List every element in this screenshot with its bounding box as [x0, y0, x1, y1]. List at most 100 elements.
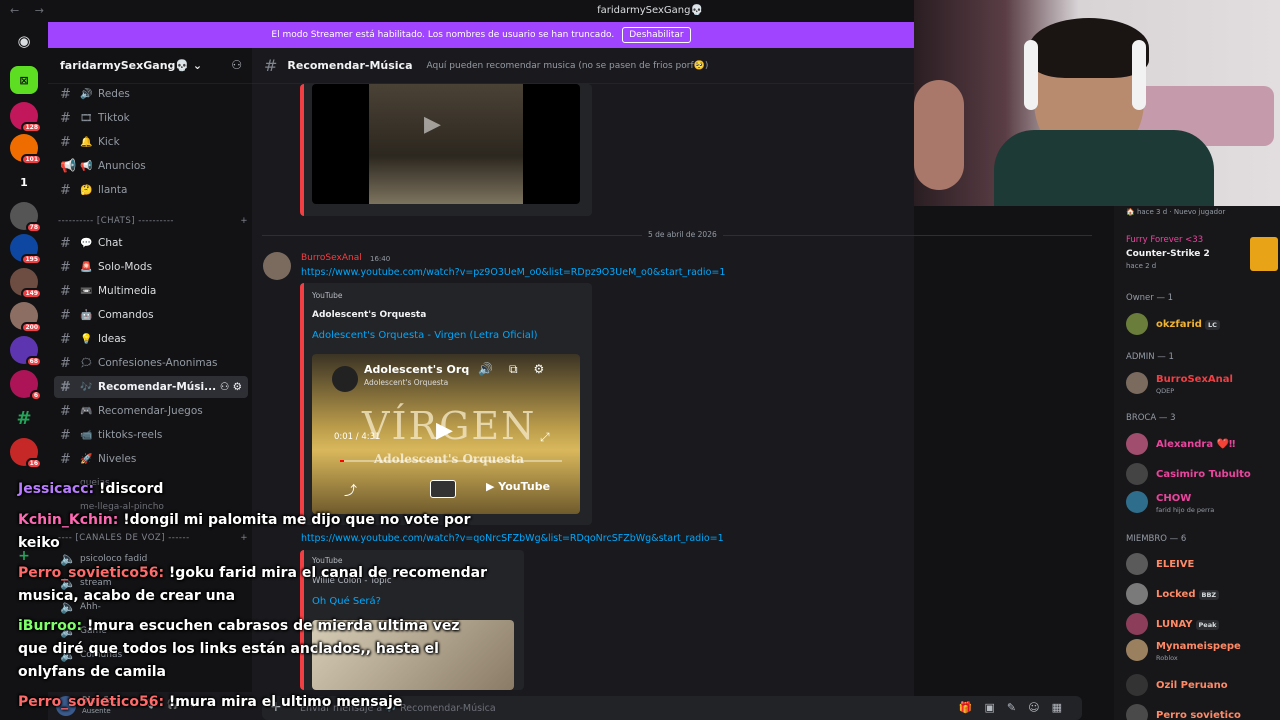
server-icon[interactable]: 6: [10, 370, 42, 401]
channel-comandos[interactable]: # 🤖 Comandos: [54, 304, 248, 326]
video-thumbnail[interactable]: ▶: [312, 84, 580, 204]
embed-title[interactable]: Adolescent's Orquesta - Virgen (Letra Of…: [312, 330, 538, 341]
video-big-subtitle: Adolescent's Orquesta: [374, 452, 525, 466]
server-icon[interactable]: 195: [10, 234, 42, 265]
server-icon[interactable]: 1: [10, 168, 38, 196]
volume-cc-settings-icons[interactable]: 🔊⧉⚙: [478, 362, 560, 377]
message-time: 16:40: [370, 255, 391, 263]
invite-icon[interactable]: ⚇: [231, 58, 242, 72]
play-icon[interactable]: ▶: [436, 418, 453, 443]
app-window: { "window": {"title": "faridarmySexGang💀…: [0, 0, 1280, 720]
youtube-logo[interactable]: ▶ YouTube: [486, 480, 550, 493]
server-icon[interactable]: 101: [10, 134, 42, 165]
hash-icon: #: [60, 403, 71, 419]
channel-topic[interactable]: Aquí pueden recomendar musica (no se pas…: [427, 61, 709, 71]
avatar[interactable]: [263, 252, 291, 280]
member-item[interactable]: Alexandra ❤️‼: [1126, 431, 1276, 457]
member-tag: Peak: [1195, 620, 1220, 630]
member-name: Alexandra ❤️‼: [1156, 439, 1236, 450]
channel-niveles[interactable]: # 🚀 Niveles: [54, 448, 248, 470]
channel-recomendar-juegos[interactable]: # 🎮 Recomendar-Juegos: [54, 400, 248, 422]
video-time: 0:01 / 4:31: [334, 432, 381, 442]
settings-icon[interactable]: ⚇ ⚙: [220, 381, 242, 393]
avatar[interactable]: [1126, 639, 1148, 661]
gift-gif-sticker-emoji-apps-icons[interactable]: 🎁▣✎☺▦: [959, 701, 1074, 714]
discord-home-icon[interactable]: ◉: [10, 27, 38, 55]
embed-provider: YouTube: [312, 291, 343, 300]
server-icon[interactable]: 78: [10, 202, 42, 233]
megaphone-icon: 📢: [60, 158, 77, 174]
member-item[interactable]: BurroSexAnal QDEP: [1126, 370, 1276, 396]
fullscreen-icon[interactable]: ⤢: [540, 430, 550, 445]
channel-avatar[interactable]: [332, 366, 358, 392]
member-name: LUNAY Peak: [1156, 619, 1220, 630]
kick-server-icon[interactable]: ⊠: [10, 66, 38, 94]
overlay-chat-line: Perro_sovietico56: !goku farid mira el c…: [18, 565, 487, 604]
category-chats[interactable]: ---------- [CHATS] ---------- +: [58, 216, 248, 230]
member-item[interactable]: LUNAY Peak: [1126, 611, 1276, 637]
server-icon[interactable]: 16: [10, 438, 42, 469]
server-icon[interactable]: 68: [10, 336, 42, 367]
channel-anuncios[interactable]: 📢 📢 Anuncios: [54, 155, 248, 177]
message-author[interactable]: BurroSexAnal: [301, 253, 362, 263]
avatar[interactable]: [1126, 372, 1148, 394]
member-activity[interactable]: Furry Forever <33 Counter-Strike 2 hace …: [1126, 235, 1278, 275]
message-link[interactable]: https://www.youtube.com/watch?v=pz9O3UeM…: [301, 267, 725, 278]
streamer-mode-banner: El modo Streamer está habilitado. Los no…: [48, 22, 914, 48]
avatar[interactable]: [1126, 613, 1148, 635]
member-name: okzfarid LC: [1156, 319, 1220, 330]
channel-recomendar-musica[interactable]: # 🎶 Recomendar-Músi... ⚇ ⚙: [54, 376, 248, 398]
channel-kick[interactable]: # 🔔 Kick: [54, 131, 248, 153]
hash-icon: #: [60, 451, 71, 467]
avatar[interactable]: [1126, 674, 1148, 696]
server-icon[interactable]: 149: [10, 268, 42, 299]
thumbnail-image: [369, 84, 523, 204]
member-item[interactable]: Locked BBZ: [1126, 581, 1276, 607]
avatar[interactable]: [1126, 553, 1148, 575]
hash-icon: #: [60, 134, 71, 150]
hash-icon: #: [60, 283, 71, 299]
progress-bar[interactable]: [340, 460, 562, 462]
channel-chat[interactable]: # 💬 Chat: [54, 232, 248, 254]
avatar[interactable]: [1126, 433, 1148, 455]
member-item[interactable]: Casimiro Tubulto: [1126, 461, 1276, 487]
channel-tiktoks-reels[interactable]: # 📹 tiktoks-reels: [54, 424, 248, 446]
member-item[interactable]: Perro sovietico: [1126, 702, 1276, 720]
channel-confesiones[interactable]: # 🗯 Confesiones-Anonimas: [54, 352, 248, 374]
avatar[interactable]: [1126, 463, 1148, 485]
channel-llanta[interactable]: # 🤔 llanta: [54, 179, 248, 201]
avatar[interactable]: [1126, 313, 1148, 335]
member-item[interactable]: ELEIVE: [1126, 551, 1276, 577]
avatar[interactable]: [1126, 704, 1148, 720]
member-item[interactable]: Mynameispepe Roblox: [1126, 637, 1276, 663]
channel-tiktok[interactable]: # 🎞 Tiktok: [54, 107, 248, 129]
channel-multimedia[interactable]: # 📼 Multimedia: [54, 280, 248, 302]
member-item[interactable]: CHOW farid hijo de perra: [1126, 489, 1276, 515]
server-icon[interactable]: 200: [10, 302, 42, 333]
server-header[interactable]: faridarmySexGang💀 ⌄ ⚇: [48, 48, 252, 84]
channel-redes[interactable]: # 🔊 Redes: [54, 83, 248, 105]
game-icon: [1250, 237, 1278, 271]
member-group-header: MIEMBRO — 6: [1126, 534, 1187, 544]
member-name: Locked BBZ: [1156, 589, 1220, 600]
play-icon[interactable]: ▶: [424, 112, 441, 137]
hashtag-server-icon[interactable]: #: [10, 404, 38, 432]
video-channel: Adolescent's Orquesta: [364, 378, 449, 387]
member-item[interactable]: okzfarid LC: [1126, 311, 1276, 337]
member-item[interactable]: Ozil Peruano: [1126, 672, 1276, 698]
hair: [1029, 18, 1149, 78]
hash-icon: #: [60, 307, 71, 323]
server-icon[interactable]: 128: [10, 102, 42, 133]
channel-ideas[interactable]: # 💡 Ideas: [54, 328, 248, 350]
activity-when: hace 2 d: [1126, 262, 1157, 270]
avatar[interactable]: [1126, 491, 1148, 513]
disable-button[interactable]: Deshabilitar: [622, 27, 691, 43]
channel-solo-mods[interactable]: # 🚨 Solo-Mods: [54, 256, 248, 278]
add-channel-icon[interactable]: +: [240, 216, 248, 230]
embed-author[interactable]: Adolescent's Orquesta: [312, 310, 426, 320]
video-title[interactable]: Adolescent's Orq: [364, 363, 469, 376]
member-group-header: Owner — 1: [1126, 293, 1174, 303]
hash-icon: #: [60, 259, 71, 275]
hand: [914, 80, 964, 190]
avatar[interactable]: [1126, 583, 1148, 605]
